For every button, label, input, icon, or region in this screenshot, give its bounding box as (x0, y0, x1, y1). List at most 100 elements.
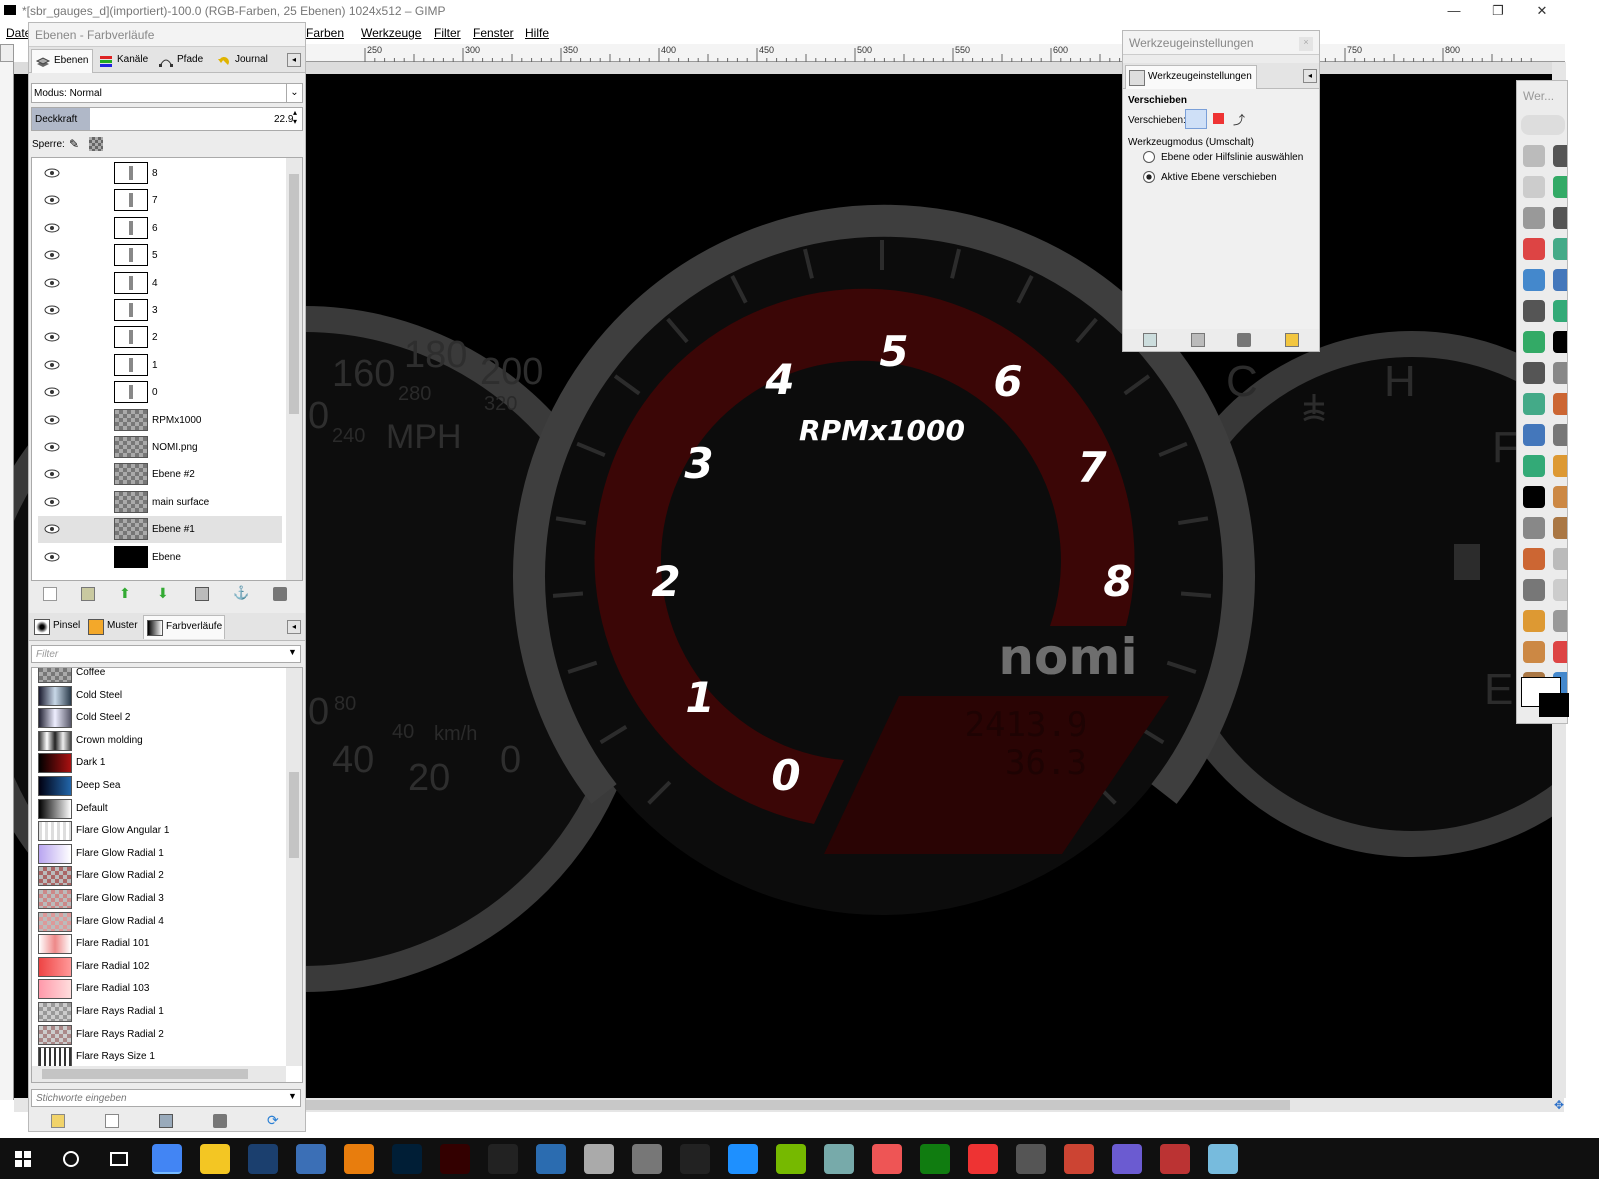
tags-input[interactable]: Stichworte eingeben ▼ (31, 1089, 301, 1107)
tool-secondary-icon[interactable] (1553, 331, 1567, 353)
uplay-icon[interactable] (728, 1144, 758, 1174)
raise-layer-icon[interactable]: ⬆ (119, 586, 133, 600)
tool-secondary-icon[interactable] (1553, 393, 1567, 415)
spin-arrows-icon[interactable]: ▴ ▾ (293, 108, 297, 126)
gradient-item[interactable]: Flare Rays Radial 1 (38, 1001, 288, 1024)
tool-secondary-icon[interactable] (1553, 455, 1567, 477)
visibility-eye-icon[interactable] (44, 415, 60, 425)
layer-row[interactable]: NOMI.png (38, 434, 282, 461)
gradient-item[interactable]: Cold Steel (38, 685, 288, 708)
save-options-icon[interactable] (1143, 333, 1157, 347)
nvidia-icon[interactable] (776, 1144, 806, 1174)
layer-row[interactable]: main surface (38, 489, 282, 516)
dock-menu-button[interactable]: ◂ (287, 53, 301, 67)
align-icon[interactable] (1523, 362, 1545, 384)
inkscape-icon[interactable] (488, 1144, 518, 1174)
lower-layer-icon[interactable]: ⬇ (157, 586, 171, 600)
gradient-item[interactable]: Flare Radial 101 (38, 933, 288, 956)
layers-scrollbar[interactable] (286, 158, 302, 580)
explorer-icon[interactable] (200, 1144, 230, 1174)
move-path-button[interactable]: ⤴ (1233, 111, 1247, 127)
layer-row[interactable]: 8 (38, 160, 282, 187)
gradients-hscroll-thumb[interactable] (42, 1069, 248, 1079)
xbox-icon[interactable] (920, 1144, 950, 1174)
blender-icon[interactable] (344, 1144, 374, 1174)
tab-pfade[interactable]: Pfade (155, 49, 213, 73)
tab-farbverlaeufe[interactable]: Farbverläufe (143, 615, 225, 639)
anchor-icon[interactable]: ⚓ (233, 586, 249, 600)
tool-secondary-icon[interactable] (1553, 579, 1567, 601)
dock-menu-button[interactable]: ◂ (287, 620, 301, 634)
gradient-item[interactable]: Crown molding (38, 730, 288, 753)
text-tool-icon[interactable] (1523, 486, 1545, 508)
visibility-eye-icon[interactable] (44, 360, 60, 370)
gradient-item[interactable]: Dark 1 (38, 752, 288, 775)
tool-secondary-icon[interactable] (1553, 517, 1567, 539)
refresh-icon[interactable]: ⟳ (267, 1113, 281, 1127)
visibility-eye-icon[interactable] (44, 442, 60, 452)
duplicate-gradient-icon[interactable] (159, 1114, 173, 1128)
color-select-icon[interactable] (1523, 238, 1545, 260)
app8-icon[interactable] (1160, 1144, 1190, 1174)
layer-row[interactable]: 6 (38, 215, 282, 242)
layer-row[interactable]: 4 (38, 270, 282, 297)
color-picker-icon[interactable] (1523, 300, 1545, 322)
layers-scroll-thumb[interactable] (289, 174, 299, 414)
gradient-item[interactable]: Cold Steel 2 (38, 707, 288, 730)
foreground-select-icon[interactable] (1523, 269, 1545, 291)
restore-button[interactable]: ❐ (1476, 0, 1520, 22)
move-selection-button[interactable] (1213, 113, 1224, 124)
obs-icon[interactable] (680, 1144, 710, 1174)
layer-row[interactable]: 7 (38, 187, 282, 214)
tool-secondary-icon[interactable] (1553, 176, 1567, 198)
gradient-item[interactable]: Default (38, 798, 288, 821)
app7-icon[interactable] (1112, 1144, 1142, 1174)
app5-icon[interactable] (968, 1144, 998, 1174)
chevron-down-icon[interactable]: ▼ (288, 1091, 297, 1101)
menu-filter[interactable]: Filter (434, 26, 461, 40)
visibility-eye-icon[interactable] (44, 387, 60, 397)
visibility-eye-icon[interactable] (44, 552, 60, 562)
paths-tool-icon[interactable] (1523, 331, 1545, 353)
paintbrush-icon[interactable] (1523, 548, 1545, 570)
tool-secondary-icon[interactable] (1553, 300, 1567, 322)
gradient-item[interactable]: Deep Sea (38, 775, 288, 798)
layer-row[interactable]: Ebene #2 (38, 461, 282, 488)
app-icon[interactable] (296, 1144, 326, 1174)
illustrator-icon[interactable] (440, 1144, 470, 1174)
gradients-hscrollbar[interactable] (32, 1066, 286, 1082)
tab-kanaele[interactable]: Kanäle (95, 49, 155, 73)
vertical-ruler[interactable] (0, 62, 14, 1100)
quick-mask-toggle[interactable] (0, 44, 14, 62)
powerpoint-icon[interactable] (1064, 1144, 1094, 1174)
chevron-down-icon[interactable]: ▼ (288, 647, 297, 657)
tool-secondary-icon[interactable] (1553, 610, 1567, 632)
visibility-eye-icon[interactable] (44, 469, 60, 479)
horizontal-scroll-thumb[interactable] (300, 1100, 1290, 1110)
layer-row[interactable]: 3 (38, 297, 282, 324)
blend-tool-icon[interactable] (1523, 517, 1545, 539)
layer-row[interactable]: Ebene (38, 544, 282, 571)
mode-select[interactable]: Modus: Normal ⌄ (31, 83, 303, 103)
rect-select-icon[interactable] (1523, 145, 1545, 167)
app6-icon[interactable] (1016, 1144, 1046, 1174)
move-layer-button[interactable] (1185, 109, 1207, 129)
visibility-eye-icon[interactable] (44, 223, 60, 233)
visibility-eye-icon[interactable] (44, 278, 60, 288)
visibility-eye-icon[interactable] (44, 195, 60, 205)
lock-alpha-icon[interactable] (89, 137, 103, 151)
tool-secondary-icon[interactable] (1553, 145, 1567, 167)
app2-icon[interactable] (584, 1144, 614, 1174)
visibility-eye-icon[interactable] (44, 332, 60, 342)
gradient-item[interactable]: Flare Rays Radial 2 (38, 1024, 288, 1047)
layer-row[interactable]: 1 (38, 352, 282, 379)
visibility-eye-icon[interactable] (44, 305, 60, 315)
tab-werkzeugeinstellungen[interactable]: Werkzeugeinstellungen (1125, 65, 1257, 89)
tool-secondary-icon[interactable] (1553, 548, 1567, 570)
reset-options-icon[interactable] (1285, 333, 1299, 347)
visibility-eye-icon[interactable] (44, 524, 60, 534)
layer-row[interactable]: RPMx1000 (38, 407, 282, 434)
gradients-scroll-thumb[interactable] (289, 772, 299, 858)
visibility-eye-icon[interactable] (44, 497, 60, 507)
menu-farben[interactable]: Farben (306, 26, 344, 40)
